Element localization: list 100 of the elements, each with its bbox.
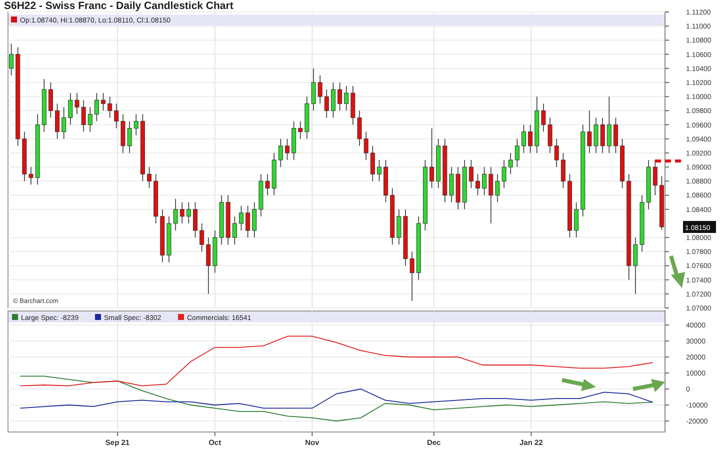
candlestick xyxy=(554,138,559,168)
candlestick xyxy=(94,92,99,122)
candlestick xyxy=(200,223,204,252)
candlestick xyxy=(265,174,270,196)
candlestick xyxy=(476,174,480,196)
candlestick xyxy=(514,138,520,168)
candlestick xyxy=(462,160,467,210)
candlestick xyxy=(298,120,303,140)
candlestick xyxy=(108,96,112,118)
candlestick xyxy=(55,103,60,140)
candlestick xyxy=(482,166,487,196)
candlestick xyxy=(292,120,296,160)
candlestick xyxy=(508,152,513,174)
candlestick xyxy=(114,103,119,129)
candlestick xyxy=(422,160,428,231)
candlestick xyxy=(468,160,474,189)
candlestick xyxy=(62,106,66,140)
candlestick xyxy=(606,96,612,154)
candlestick xyxy=(238,205,244,231)
legend-swatch-icon xyxy=(11,16,17,22)
candlestick xyxy=(28,166,34,186)
trend-arrow xyxy=(632,379,665,392)
candlestick xyxy=(502,160,506,189)
trend-arrow xyxy=(669,255,685,288)
candlestick xyxy=(35,114,40,186)
candlestick xyxy=(206,237,211,294)
candlestick xyxy=(68,92,73,126)
candlestick xyxy=(410,251,414,302)
candlestick xyxy=(548,117,552,154)
candlestick xyxy=(173,198,178,231)
candlestick xyxy=(652,160,658,196)
candlestick xyxy=(390,188,395,245)
candlestick xyxy=(449,166,454,203)
candlestick xyxy=(134,114,138,136)
candlestick xyxy=(74,92,80,115)
candlestick xyxy=(324,89,329,118)
candlestick xyxy=(154,174,158,224)
candlestick xyxy=(364,131,368,160)
candlestick xyxy=(272,152,276,196)
candlestick xyxy=(81,100,86,132)
candlestick xyxy=(147,166,152,189)
candlestick xyxy=(166,216,172,263)
candlestick xyxy=(646,160,651,210)
candlestick xyxy=(258,174,264,217)
candlestick xyxy=(495,174,500,203)
candlestick xyxy=(88,106,92,132)
candlestick xyxy=(541,103,546,132)
candlestick xyxy=(416,216,421,280)
candlestick xyxy=(252,202,257,238)
candlestick xyxy=(246,205,250,238)
candlestick xyxy=(357,110,362,146)
chart-title: S6H22 - Swiss Franc - Daily Candlestick Chart xyxy=(3,0,234,12)
candlestick xyxy=(640,194,644,252)
candlestick xyxy=(180,202,184,224)
candlestick xyxy=(9,43,14,76)
trend-arrow xyxy=(562,378,596,391)
candlestick xyxy=(338,82,342,112)
candlestick xyxy=(376,160,382,182)
candlestick xyxy=(430,128,434,189)
candlestick xyxy=(534,96,540,154)
candlestick xyxy=(522,124,526,154)
candlestick xyxy=(226,194,230,245)
candlestick xyxy=(528,124,533,154)
candlestick xyxy=(311,68,316,112)
candlestick xyxy=(344,86,349,112)
candlestick xyxy=(620,138,625,189)
candlestick xyxy=(48,82,53,118)
candlestick xyxy=(600,117,605,154)
candlestick xyxy=(633,237,638,294)
candlestick xyxy=(350,86,356,126)
candlestick xyxy=(456,166,460,210)
candlestick xyxy=(594,117,598,154)
candlestick xyxy=(101,92,106,112)
candlestick xyxy=(567,174,572,238)
candlestick xyxy=(436,138,441,189)
candlestick xyxy=(318,75,322,104)
resistance-line xyxy=(655,160,682,162)
candlestick xyxy=(140,114,145,182)
candlestick xyxy=(560,152,566,189)
candlestick xyxy=(659,176,664,230)
candlestick xyxy=(396,208,402,245)
candlestick xyxy=(330,82,336,118)
candlestick xyxy=(193,202,198,238)
candlestick xyxy=(160,208,165,263)
candlestick xyxy=(384,160,388,203)
candlestick xyxy=(284,138,290,160)
candlestick xyxy=(127,120,132,154)
candlestick xyxy=(613,117,618,154)
candlestick xyxy=(370,146,375,182)
candlestick xyxy=(278,138,283,168)
candlestick xyxy=(120,114,126,154)
candlestick xyxy=(574,202,579,238)
candlestick xyxy=(42,78,46,132)
candlestick xyxy=(488,166,494,224)
candlestick xyxy=(442,138,448,203)
candlestick xyxy=(587,110,592,154)
candlestick xyxy=(403,208,408,266)
candlestick xyxy=(304,96,310,140)
candlestick xyxy=(22,131,27,182)
candlestick xyxy=(219,194,224,245)
